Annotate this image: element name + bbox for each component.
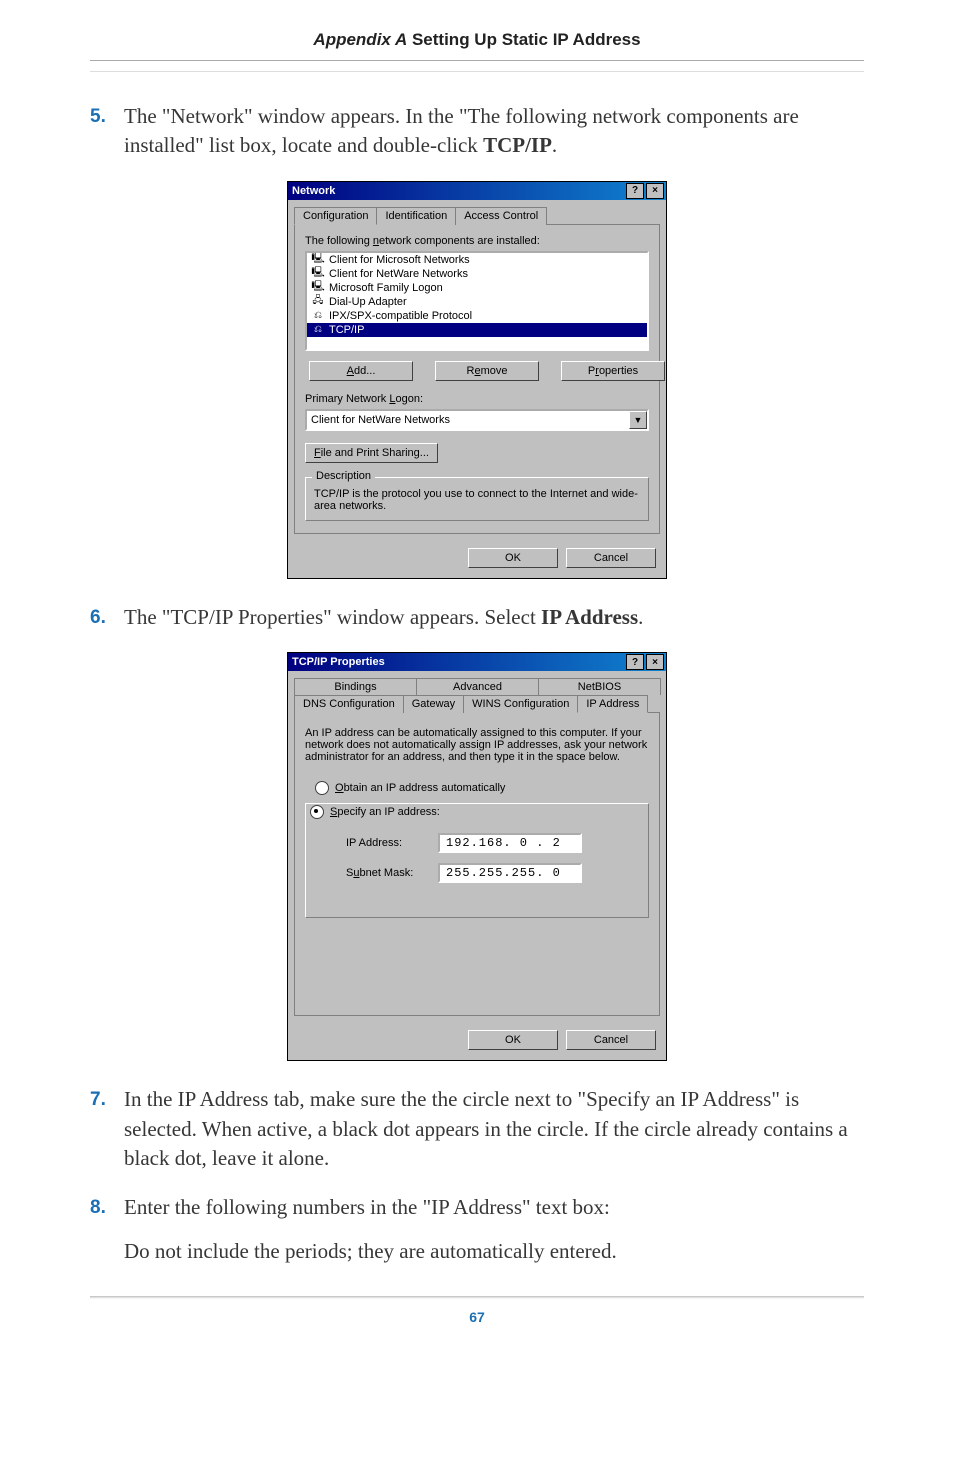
ok-button[interactable]: OK	[468, 1030, 558, 1050]
tcpip-dialog: TCP/IP Properties ? × Bindings Advanced …	[287, 652, 667, 1061]
components-listbox[interactable]: 🖳Client for Microsoft Networks 🖳Client f…	[305, 251, 649, 351]
list-item[interactable]: 🖳Client for NetWare Networks	[307, 267, 647, 281]
close-button[interactable]: ×	[646, 654, 664, 670]
network-dialog: Network ? × Configuration Identification…	[287, 181, 667, 579]
tcpip-intro: An IP address can be automatically assig…	[305, 727, 649, 763]
cancel-button[interactable]: Cancel	[566, 548, 656, 568]
tcpip-tabs-row2: DNS Configuration Gateway WINS Configura…	[288, 694, 666, 712]
ip-address-label: IP Address:	[346, 837, 424, 849]
tcpip-titlebar[interactable]: TCP/IP Properties ? ×	[288, 653, 666, 671]
step-5: 5. The "Network" window appears. In the …	[90, 102, 864, 161]
step-5-number: 5.	[90, 102, 124, 161]
specify-group: Specify an IP address: IP Address: 192.1…	[305, 803, 649, 918]
tab-dns[interactable]: DNS Configuration	[294, 695, 404, 713]
page-header: Appendix A Setting Up Static IP Address	[90, 30, 864, 60]
tab-wins[interactable]: WINS Configuration	[463, 695, 578, 713]
step-7-text: In the IP Address tab, make sure the the…	[124, 1085, 864, 1173]
properties-button[interactable]: Properties	[561, 361, 665, 381]
tab-advanced[interactable]: Advanced	[416, 678, 539, 695]
tab-gateway[interactable]: Gateway	[403, 695, 464, 713]
tab-configuration[interactable]: Configuration	[294, 207, 377, 225]
page-number: 67	[90, 1299, 864, 1343]
step-8-text: Enter the following numbers in the "IP A…	[124, 1193, 864, 1266]
network-tab-body: The following network components are ins…	[294, 224, 660, 534]
radio-icon	[315, 781, 329, 795]
radio-icon-selected	[310, 805, 324, 819]
file-print-sharing-button[interactable]: File and Print Sharing...	[305, 443, 438, 463]
primary-logon-label: Primary Network Logon:	[305, 393, 649, 405]
tab-ip-address[interactable]: IP Address	[577, 695, 648, 713]
list-item[interactable]: 🖳Client for Microsoft Networks	[307, 253, 647, 267]
client-icon: 🖳	[311, 268, 325, 280]
step-6-number: 6.	[90, 603, 124, 632]
appendix-label: Appendix A	[313, 30, 407, 49]
subnet-mask-input[interactable]: 255.255.255. 0	[438, 863, 582, 883]
header-title: Setting Up Static IP Address	[407, 30, 640, 49]
ip-address-input[interactable]: 192.168. 0 . 2	[438, 833, 582, 853]
tab-access-control[interactable]: Access Control	[455, 207, 547, 225]
list-item[interactable]: 🖧Dial-Up Adapter	[307, 295, 647, 309]
list-item-selected[interactable]: ⎌TCP/IP	[307, 323, 647, 337]
protocol-icon: ⎌	[311, 310, 325, 322]
primary-logon-value: Client for NetWare Networks	[307, 414, 629, 426]
subnet-mask-label: Subnet Mask:	[346, 867, 424, 879]
remove-button[interactable]: Remove	[435, 361, 539, 381]
manual-page: Appendix A Setting Up Static IP Address …	[0, 0, 954, 1363]
client-icon: 🖳	[311, 282, 325, 294]
ok-button[interactable]: OK	[468, 548, 558, 568]
help-button[interactable]: ?	[626, 654, 644, 670]
ip-address-row: IP Address: 192.168. 0 . 2	[346, 833, 640, 853]
network-title: Network	[292, 185, 624, 197]
step-7: 7. In the IP Address tab, make sure the …	[90, 1085, 864, 1173]
list-item[interactable]: 🖳Microsoft Family Logon	[307, 281, 647, 295]
step-6: 6. The "TCP/IP Properties" window appear…	[90, 603, 864, 632]
step-8-number: 8.	[90, 1193, 124, 1266]
network-footer: OK Cancel	[288, 540, 666, 578]
components-buttons: Add... Remove Properties	[305, 361, 649, 381]
network-titlebar[interactable]: Network ? ×	[288, 182, 666, 200]
adapter-icon: 🖧	[311, 296, 325, 308]
header-rule	[90, 60, 864, 61]
radio-specify[interactable]: Specify an IP address:	[310, 805, 444, 819]
description-legend: Description	[312, 470, 375, 482]
description-text: TCP/IP is the protocol you use to connec…	[314, 488, 640, 512]
description-group: Description TCP/IP is the protocol you u…	[305, 477, 649, 521]
step-5-text: The "Network" window appears. In the "Th…	[124, 102, 864, 161]
add-button[interactable]: Add...	[309, 361, 413, 381]
tcpip-tab-body: An IP address can be automatically assig…	[294, 712, 660, 1016]
tcpip-title: TCP/IP Properties	[292, 656, 624, 668]
cancel-button[interactable]: Cancel	[566, 1030, 656, 1050]
tab-identification[interactable]: Identification	[376, 207, 456, 225]
help-button[interactable]: ?	[626, 183, 644, 199]
tab-bindings[interactable]: Bindings	[294, 678, 417, 695]
chevron-down-icon[interactable]: ▼	[629, 411, 647, 429]
protocol-icon: ⎌	[311, 324, 325, 336]
list-item[interactable]: ⎌IPX/SPX-compatible Protocol	[307, 309, 647, 323]
radio-obtain-auto[interactable]: Obtain an IP address automatically	[315, 781, 649, 795]
step-7-number: 7.	[90, 1085, 124, 1173]
tcpip-tabs-row1: Bindings Advanced NetBIOS	[288, 671, 666, 694]
tab-netbios[interactable]: NetBIOS	[538, 678, 661, 695]
client-icon: 🖳	[311, 254, 325, 266]
step-8: 8. Enter the following numbers in the "I…	[90, 1193, 864, 1266]
primary-logon-combo[interactable]: Client for NetWare Networks ▼	[305, 409, 649, 431]
tcpip-footer: OK Cancel	[288, 1022, 666, 1060]
header-rule-2	[90, 71, 864, 72]
close-button[interactable]: ×	[646, 183, 664, 199]
step-6-text: The "TCP/IP Properties" window appears. …	[124, 603, 864, 632]
components-label: The following network components are ins…	[305, 235, 649, 247]
network-tabs: Configuration Identification Access Cont…	[288, 200, 666, 224]
subnet-mask-row: Subnet Mask: 255.255.255. 0	[346, 863, 640, 883]
